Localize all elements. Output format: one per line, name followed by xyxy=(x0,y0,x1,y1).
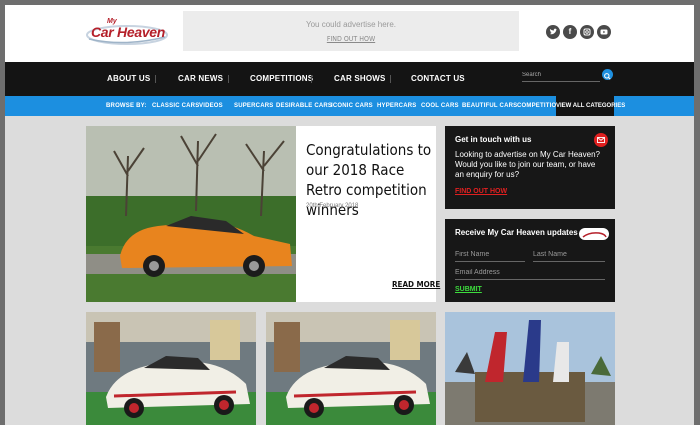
search-button[interactable] xyxy=(602,69,613,80)
contact-box-title: Get in touch with us xyxy=(455,135,532,144)
article-card-image xyxy=(86,312,256,425)
facebook-icon[interactable]: f xyxy=(563,25,577,39)
nav-divider xyxy=(390,75,391,83)
view-all-categories-button[interactable]: VIEW ALL CATEGORIES xyxy=(556,96,625,116)
category-bar: BROWSE BY: CLASSIC CARS VIDEOS SUPERCARS… xyxy=(5,96,694,116)
search-icon xyxy=(604,73,611,80)
page: My Car Heaven You could advertise here. … xyxy=(5,5,694,425)
email-field[interactable] xyxy=(455,265,605,280)
category-classic-cars[interactable]: CLASSIC CARS xyxy=(152,103,199,109)
site-logo[interactable]: My Car Heaven xyxy=(85,15,175,49)
nav-divider xyxy=(228,75,229,83)
nav-competitions[interactable]: COMPETITIONS xyxy=(250,74,313,83)
category-supercars[interactable]: SUPERCARS xyxy=(234,103,273,109)
category-videos[interactable]: VIDEOS xyxy=(199,103,223,109)
nav-contact-us[interactable]: CONTACT US xyxy=(411,74,465,83)
read-more-link[interactable]: READ MORE xyxy=(392,280,440,289)
ad-banner: You could advertise here. FIND OUT HOW xyxy=(183,11,519,51)
newsletter-logo xyxy=(579,228,609,240)
category-iconic-cars[interactable]: ICONIC CARS xyxy=(331,103,373,109)
newsletter-box: Receive My Car Heaven updates SUBMIT xyxy=(445,219,615,302)
article-card[interactable] xyxy=(266,312,436,425)
first-name-field[interactable] xyxy=(455,247,525,262)
site-header: My Car Heaven You could advertise here. … xyxy=(5,5,694,62)
category-desirable-cars[interactable]: DESIRABLE CARS xyxy=(276,103,332,109)
contact-find-out-link[interactable]: FIND OUT HOW xyxy=(455,188,507,195)
category-cool-cars[interactable]: COOL CARS xyxy=(421,103,459,109)
newsletter-title: Receive My Car Heaven updates xyxy=(455,228,578,237)
nav-about-us[interactable]: ABOUT US xyxy=(107,74,150,83)
article-card-image xyxy=(445,312,615,425)
category-beautiful-cars[interactable]: BEAUTIFUL CARS xyxy=(462,103,517,109)
browse-label: BROWSE BY: xyxy=(106,103,147,109)
ad-text: You could advertise here. xyxy=(306,20,396,29)
nav-car-news[interactable]: CAR NEWS xyxy=(178,74,223,83)
youtube-icon[interactable] xyxy=(597,25,611,39)
twitter-icon[interactable] xyxy=(546,25,560,39)
submit-button[interactable]: SUBMIT xyxy=(455,286,482,293)
featured-article-image[interactable] xyxy=(86,126,296,302)
contact-box: Get in touch with us Looking to advertis… xyxy=(445,126,615,209)
article-card[interactable] xyxy=(445,312,615,425)
envelope-icon[interactable] xyxy=(594,133,608,147)
instagram-icon[interactable] xyxy=(580,25,594,39)
featured-article[interactable]: Congratulations to our 2018 Race Retro c… xyxy=(86,126,440,302)
featured-article-date: 20th February 2018 xyxy=(306,203,359,209)
contact-box-text: Looking to advertise on My Car Heaven? W… xyxy=(455,150,600,179)
search-input[interactable] xyxy=(522,69,600,82)
article-card-image xyxy=(266,312,436,425)
nav-divider xyxy=(311,75,312,83)
last-name-field[interactable] xyxy=(533,247,605,262)
ad-find-out-link[interactable]: FIND OUT HOW xyxy=(183,35,519,43)
article-card[interactable] xyxy=(86,312,256,425)
category-hypercars[interactable]: HYPERCARS xyxy=(377,103,416,109)
nav-car-shows[interactable]: CAR SHOWS xyxy=(334,74,386,83)
nav-divider xyxy=(155,75,156,83)
logo-text: Car Heaven xyxy=(91,24,166,40)
